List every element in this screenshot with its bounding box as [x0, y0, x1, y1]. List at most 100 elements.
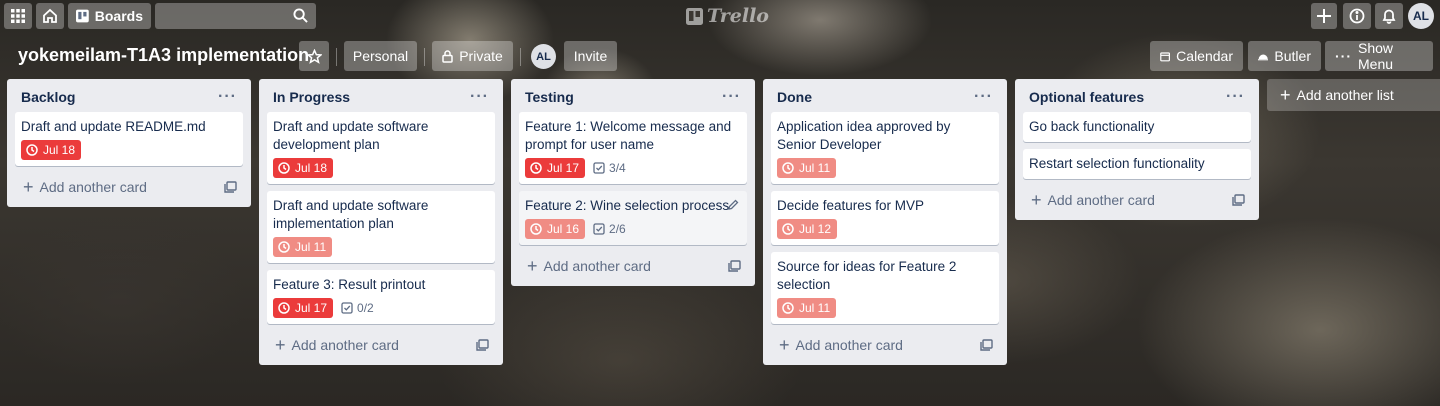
add-card-label: Add another card: [291, 337, 399, 353]
trello-logo-icon: [686, 7, 703, 25]
card[interactable]: Feature 3: Result printout Jul 17 0/2: [267, 270, 495, 324]
card-badges: Jul 11: [777, 158, 993, 178]
card-template-icon[interactable]: [728, 260, 741, 272]
clock-icon: [278, 162, 290, 174]
due-date-text: Jul 11: [295, 240, 327, 254]
plus-icon: +: [527, 256, 538, 276]
card-template-icon[interactable]: [1232, 194, 1245, 206]
checklist-count: 2/6: [609, 222, 626, 236]
butler-button[interactable]: Butler: [1248, 41, 1321, 71]
add-card-label: Add another card: [39, 179, 147, 195]
checklist-count: 3/4: [609, 161, 626, 175]
list-testing: Testing ··· Feature 1: Welcome message a…: [511, 79, 755, 286]
header-divider: [424, 48, 425, 66]
search-icon[interactable]: [293, 8, 308, 23]
home-button[interactable]: [36, 3, 64, 29]
card-template-icon[interactable]: [980, 339, 993, 351]
due-date-text: Jul 17: [295, 301, 328, 315]
show-menu-button[interactable]: ··· Show Menu: [1325, 40, 1433, 72]
info-button[interactable]: [1343, 3, 1371, 29]
board-title[interactable]: yokemeilam-T1A3 implementation: [18, 45, 309, 66]
card-title: Draft and update README.md: [21, 119, 206, 134]
card[interactable]: Application idea approved by Senior Deve…: [771, 112, 999, 184]
boards-label: Boards: [94, 8, 143, 24]
card[interactable]: Draft and update README.md Jul 18: [15, 112, 243, 166]
private-label: Private: [459, 48, 503, 64]
due-date-text: Jul 16: [547, 222, 580, 236]
list-menu-icon[interactable]: ···: [470, 89, 489, 105]
card-title: Application idea approved by Senior Deve…: [777, 119, 951, 152]
checklist-count: 0/2: [357, 301, 374, 315]
member-avatar[interactable]: AL: [531, 44, 556, 69]
clock-icon: [782, 162, 794, 174]
due-date-badge[interactable]: Jul 17: [273, 298, 334, 318]
add-list-button[interactable]: + Add another list: [1267, 79, 1440, 111]
calendar-label: Calendar: [1176, 48, 1233, 64]
boards-button[interactable]: Boards: [68, 3, 151, 29]
user-avatar[interactable]: AL: [1408, 3, 1434, 29]
add-list-label: Add another list: [1296, 87, 1394, 103]
add-card-button[interactable]: + Add another card: [1023, 186, 1251, 214]
list-header: Optional features ···: [1023, 82, 1251, 112]
card-template-icon[interactable]: [224, 181, 237, 193]
due-date-badge[interactable]: Jul 18: [273, 158, 334, 178]
star-button[interactable]: [299, 41, 329, 71]
card-badges: Jul 11: [273, 237, 489, 257]
list-menu-icon[interactable]: ···: [1226, 89, 1245, 105]
card[interactable]: Feature 1: Welcome message and prompt fo…: [519, 112, 747, 184]
invite-button[interactable]: Invite: [564, 41, 617, 71]
due-date-badge[interactable]: Jul 16: [525, 219, 586, 239]
clock-icon: [278, 241, 290, 253]
list-title[interactable]: In Progress: [273, 89, 350, 105]
list-header: Done ···: [771, 82, 999, 112]
header-divider: [336, 48, 337, 66]
pencil-icon[interactable]: [728, 199, 739, 210]
clock-icon: [278, 302, 290, 314]
due-date-badge[interactable]: Jul 11: [777, 298, 837, 318]
list-title[interactable]: Optional features: [1029, 89, 1144, 105]
card[interactable]: Feature 2: Wine selection process Jul 16…: [519, 191, 747, 245]
due-date-text: Jul 18: [43, 143, 76, 157]
add-card-button[interactable]: + Add another card: [771, 331, 999, 359]
card-template-icon[interactable]: [476, 339, 489, 351]
butler-label: Butler: [1274, 48, 1311, 64]
trello-logo[interactable]: Trello: [686, 5, 769, 27]
due-date-text: Jul 11: [799, 301, 831, 315]
due-date-badge[interactable]: Jul 17: [525, 158, 586, 178]
card[interactable]: Go back functionality: [1023, 112, 1251, 142]
notifications-button[interactable]: [1375, 3, 1403, 29]
due-date-badge[interactable]: Jul 11: [777, 158, 837, 178]
list-title[interactable]: Testing: [525, 89, 574, 105]
calendar-icon: [1160, 51, 1170, 61]
list-title[interactable]: Backlog: [21, 89, 75, 105]
apps-grid-button[interactable]: [4, 3, 32, 29]
list-menu-icon[interactable]: ···: [974, 89, 993, 105]
list-menu-icon[interactable]: ···: [722, 89, 741, 105]
team-visibility-button[interactable]: Personal: [344, 41, 417, 71]
due-date-badge[interactable]: Jul 12: [777, 219, 838, 239]
create-button[interactable]: [1311, 3, 1337, 29]
list-optional-features: Optional features ··· Go back functional…: [1015, 79, 1259, 220]
calendar-button[interactable]: Calendar: [1150, 41, 1243, 71]
home-icon: [43, 8, 57, 23]
due-date-badge[interactable]: Jul 11: [273, 237, 333, 257]
list-done: Done ··· Application idea approved by Se…: [763, 79, 1007, 365]
privacy-button[interactable]: Private: [432, 41, 513, 71]
card-title: Go back functionality: [1029, 119, 1155, 134]
list-title[interactable]: Done: [777, 89, 812, 105]
card[interactable]: Draft and update software implementation…: [267, 191, 495, 263]
checklist-icon: [341, 302, 353, 314]
card[interactable]: Decide features for MVP Jul 12: [771, 191, 999, 245]
add-card-button[interactable]: + Add another card: [519, 252, 747, 280]
list-menu-icon[interactable]: ···: [218, 89, 237, 105]
search-input[interactable]: [155, 3, 316, 29]
card[interactable]: Source for ideas for Feature 2 selection…: [771, 252, 999, 324]
card[interactable]: Draft and update software development pl…: [267, 112, 495, 184]
add-card-button[interactable]: + Add another card: [15, 173, 243, 201]
due-date-badge[interactable]: Jul 18: [21, 140, 82, 160]
plus-icon: +: [1031, 190, 1042, 210]
butler-icon: [1258, 54, 1269, 61]
add-card-button[interactable]: + Add another card: [267, 331, 495, 359]
plus-icon: [1317, 9, 1331, 23]
card[interactable]: Restart selection functionality: [1023, 149, 1251, 179]
